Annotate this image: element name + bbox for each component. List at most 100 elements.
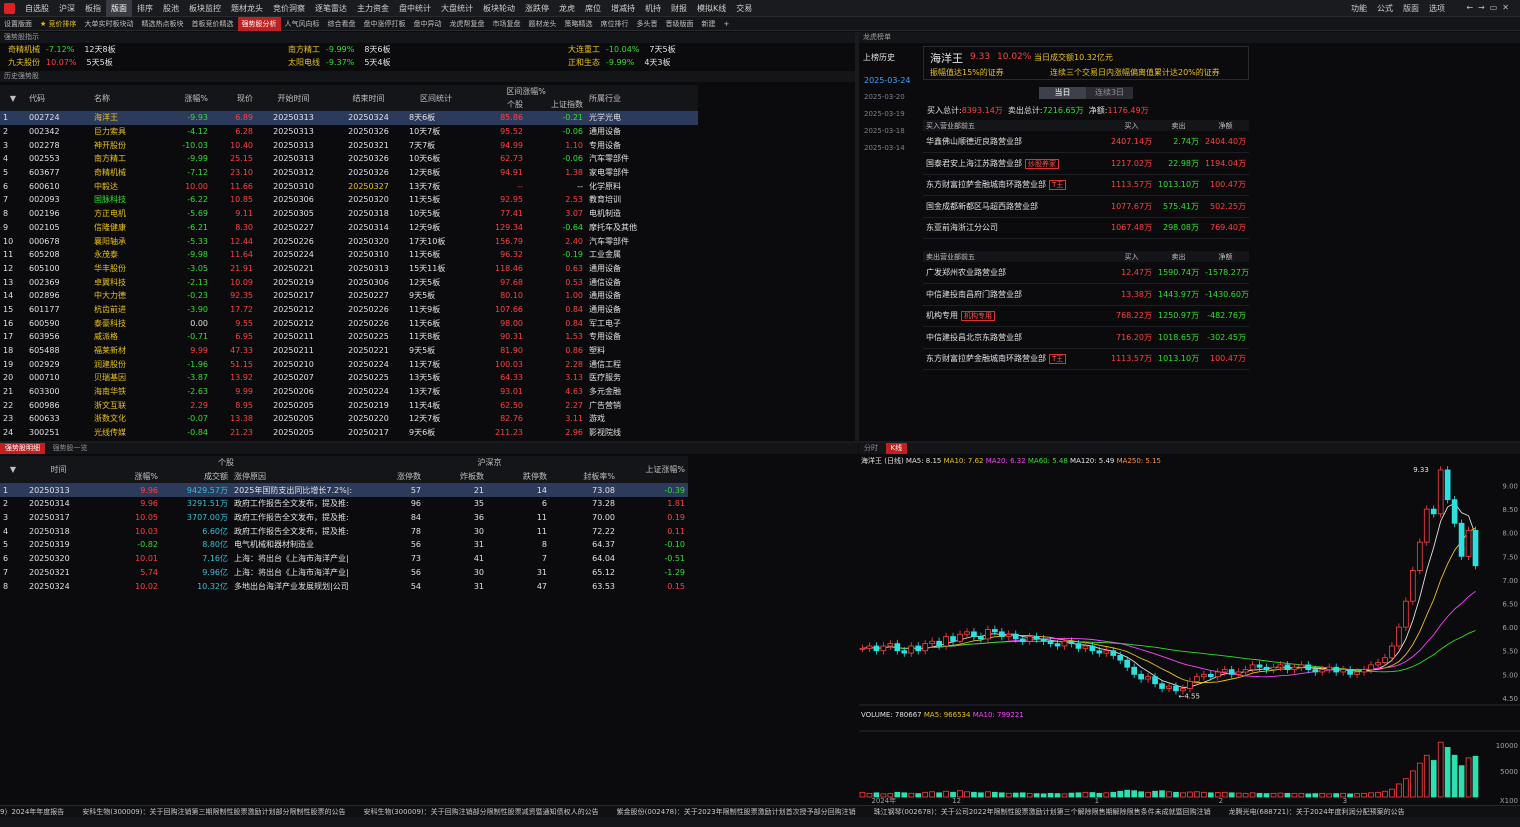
strong-item[interactable]: 太阳电线 -9.37% 5天4板 [288, 57, 391, 68]
history-col-header[interactable]: 涨幅% [166, 85, 211, 111]
table-row[interactable]: 21 603300 海南华铁 -2.63 9.99 20250206 20250224 13天… [0, 385, 698, 399]
lhb-period-toggle[interactable]: 当日 连续3日 [1039, 87, 1133, 99]
menu-item[interactable]: 增减持 [606, 0, 640, 17]
menu-item[interactable]: 交易 [731, 0, 757, 17]
table-row[interactable]: 11 605208 永茂泰 -9.98 11.64 20250224 20250310 11天… [0, 248, 698, 262]
table-row[interactable]: 4 20250318 10.03 6.60亿 政府工作报告全文发布，提及推: 78 30 11… [0, 524, 688, 538]
vertical-splitter[interactable] [855, 32, 859, 442]
layout-tab[interactable]: ★ 竞价排序 [36, 17, 81, 31]
detail-col-header[interactable]: 时间 [26, 456, 91, 483]
table-row[interactable]: 16 600590 泰豪科技 0.00 9.55 20250212 20250226 11天6… [0, 316, 698, 330]
history-col-header[interactable]: 开始时间 [256, 85, 331, 111]
broker-row[interactable]: 国泰君安上海江苏路营业部 炒股养家 1217.02万 22.98万 1194.04万 [923, 152, 1249, 175]
table-row[interactable]: 8 20250324 10.02 10.32亿 多地出台海洋产业发展规划|公司 54 31 4… [0, 579, 688, 593]
strong-item[interactable]: 奇精机械 -7.12% 12天8板 [8, 44, 116, 55]
layout-tab[interactable]: 盘中涨停打板 [360, 17, 410, 31]
broker-row[interactable]: 东亚前海浙江分公司 1067.48万 298.08万 769.40万 [923, 217, 1249, 239]
table-row[interactable]: 2 20250314 9.96 3291.51万 政府工作报告全文发布，提及推: 96 35… [0, 497, 688, 511]
broker-row[interactable]: 国金成都新都区马超西路营业部 1077.67万 575.41万 502.25万 [923, 195, 1249, 218]
layout-tab[interactable]: 新建 [698, 17, 720, 31]
right-menu-item[interactable]: 公式 [1372, 0, 1398, 17]
table-row[interactable]: 5 20250319 -0.82 8.80亿 电气机械和器材制造业 56 31 8 64.37-… [0, 538, 688, 552]
history-col-header[interactable]: 现价 [211, 85, 256, 111]
ticker-item[interactable]: 安科生物(300009)：关于回购注销第三期限制性股票激励计划部分限制性股票的公… [82, 808, 345, 816]
menu-item[interactable]: 盘中统计 [394, 0, 436, 17]
history-col-header[interactable]: 区间统计 [406, 85, 466, 111]
table-row[interactable]: 6 20250320 10.01 7.16亿 上海：将出台《上海市海洋产业| 73 41 7 6… [0, 552, 688, 566]
layout-tab[interactable]: 人气风向标 [281, 17, 324, 31]
menu-item[interactable]: 沪深 [54, 0, 80, 17]
three-day-toggle[interactable]: 连续3日 [1086, 87, 1133, 99]
layout-tab[interactable]: 晋级版面 [662, 17, 698, 31]
table-row[interactable]: 3 20250317 10.05 3707.00万 政府工作报告全文发布，提及推: 84 3… [0, 511, 688, 525]
lhb-date-item[interactable]: 2025-03-20 [859, 89, 919, 106]
ticker-item[interactable]: 9）2024年年度报告 [0, 808, 64, 816]
table-row[interactable]: 4 002553 南方精工 -9.99 25.15 20250313 20250326 10天… [0, 152, 698, 166]
menu-item[interactable]: 大盘统计 [436, 0, 478, 17]
lhb-date-item[interactable]: 2025-03-18 [859, 123, 919, 140]
tab-intraday[interactable]: 分时 [859, 443, 883, 454]
menu-item[interactable]: 财报 [666, 0, 692, 17]
menu-item[interactable]: 题材龙头 [226, 0, 268, 17]
broker-row[interactable]: 华鑫佛山顺德近良路营业部 2407.14万 2.74万 2404.40万 [923, 131, 1249, 153]
table-row[interactable]: 3 002278 神开股份 -10.03 10.40 20250313 20250321 7天… [0, 138, 698, 152]
detail-col-header[interactable]: 封板率% [550, 470, 618, 484]
layout-tab[interactable]: 盘中异动 [410, 17, 446, 31]
history-col-header[interactable]: 个股 [466, 98, 526, 111]
menu-item[interactable]: 自选股 [20, 0, 54, 17]
table-row[interactable]: 14 002896 中大力德 -0.23 92.35 20250217 20250227 9天… [0, 289, 698, 303]
layout-tab[interactable]: + [720, 17, 734, 31]
layout-tab[interactable]: 龙虎帮复盘 [446, 17, 489, 31]
table-row[interactable]: 18 605488 福莱新材 9.99 47.33 20250211 20250221 9天5… [0, 344, 698, 358]
menu-item[interactable]: 主力资金 [352, 0, 394, 17]
detail-col-header[interactable]: 成交额 [161, 470, 231, 484]
kline-chart[interactable]: 9.00 8.50 8.00 7.50 7.00 6.50 6.00 5.50 5.00 4.50… [859, 465, 1520, 805]
ticker-item[interactable]: 安科生物(300009)：关于回购注销部分限制性股票减资暨通知债权人的公告 [363, 808, 598, 816]
layout-tab[interactable]: 策略精选 [561, 17, 597, 31]
detail-col-header[interactable]: 涨幅% [91, 470, 161, 484]
table-row[interactable]: 6 600610 中毅达 10.00 11.66 20250310 20250327 13天7… [0, 179, 698, 193]
strong-item[interactable]: 南方精工 -9.99% 8天6板 [288, 44, 391, 55]
broker-row[interactable]: 中信建投南昌府门路营业部 13.38万 1443.97万 -1430.60万 [923, 283, 1249, 306]
history-col-header[interactable]: 结束时间 [331, 85, 406, 111]
layout-tab[interactable]: 席位排行 [597, 17, 633, 31]
table-row[interactable]: 8 002196 方正电机 -5.69 9.11 20250305 20250318 10天5… [0, 207, 698, 221]
lhb-date-item[interactable]: 2025-03-14 [859, 140, 919, 157]
menu-item[interactable]: 龙虎 [554, 0, 580, 17]
history-col-header[interactable]: 上证指数 [526, 98, 586, 111]
menu-item[interactable]: 逐笔雷达 [310, 0, 352, 17]
menu-item[interactable]: 涨跌停 [520, 0, 554, 17]
table-row[interactable]: 24 300251 光线传媒 -0.84 21.23 20250205 20250217 9天… [0, 426, 698, 440]
menu-item[interactable]: 模拟K线 [692, 0, 731, 17]
history-col-header[interactable]: 所属行业 [586, 85, 698, 111]
detail-col-header[interactable]: 涨停数 [361, 470, 424, 484]
broker-row[interactable]: 中信建投昌北京东路营业部 716.20万 1018.65万 -302.45万 [923, 326, 1249, 349]
tab-strong-detail[interactable]: 强势股明细 [0, 443, 45, 454]
menu-item[interactable]: 机持 [640, 0, 666, 17]
table-row[interactable]: 10 000678 襄阳轴承 -5.33 12.44 20250226 20250320 17… [0, 234, 698, 248]
menu-item[interactable]: 板块监控 [184, 0, 226, 17]
detail-col-header[interactable]: 跌停数 [487, 470, 550, 484]
broker-row[interactable]: 广发郑州农业路营业部 12.47万 1590.74万 -1578.27万 [923, 262, 1249, 284]
layout-tab[interactable]: 精选热点板块 [138, 17, 188, 31]
layout-tab[interactable]: 设置版面 [0, 17, 36, 31]
layout-tab[interactable]: 多头晋 [633, 17, 662, 31]
table-row[interactable]: 20 000710 贝瑞基因 -3.87 13.92 20250207 20250225 13… [0, 371, 698, 385]
layout-tab[interactable]: 强势股分析 [237, 17, 281, 31]
layout-tab[interactable]: 市场复盘 [489, 17, 525, 31]
menu-item[interactable]: 股池 [158, 0, 184, 17]
table-row[interactable]: 5 603677 奇精机械 -7.12 23.10 20250312 20250326 12天… [0, 166, 698, 180]
right-menu-item[interactable]: 功能 [1346, 0, 1372, 17]
menu-item[interactable]: 板指 [80, 0, 106, 17]
ticker-item[interactable]: 紫金股份(002478)：关于2023年限制性股票激励计划首次授予部分回购注销 [617, 808, 856, 816]
right-menu-item[interactable]: 选项 [1424, 0, 1450, 17]
layout-tab[interactable]: 首板竞价精选 [188, 17, 238, 31]
table-row[interactable]: 1 20250313 9.96 9429.57万 2025年国防支出同比增长7.2%|:… [0, 483, 689, 498]
tab-kline[interactable]: K线 [885, 443, 908, 454]
detail-col-header[interactable]: 炸板数 [424, 470, 487, 484]
strong-item[interactable]: 九夫股份 10.07% 5天5板 [8, 57, 113, 68]
history-col-header[interactable]: 名称 [91, 85, 166, 111]
table-row[interactable]: 13 002369 卓翼科技 -2.13 10.09 20250219 20250306 12… [0, 275, 698, 289]
ticker-item[interactable]: 珠江钢琴(002678)：关于公司2022年限制性股票激励计划第三个解除限售期解… [874, 808, 1211, 816]
window-controls[interactable]: ←→▭✕ [1466, 3, 1514, 12]
